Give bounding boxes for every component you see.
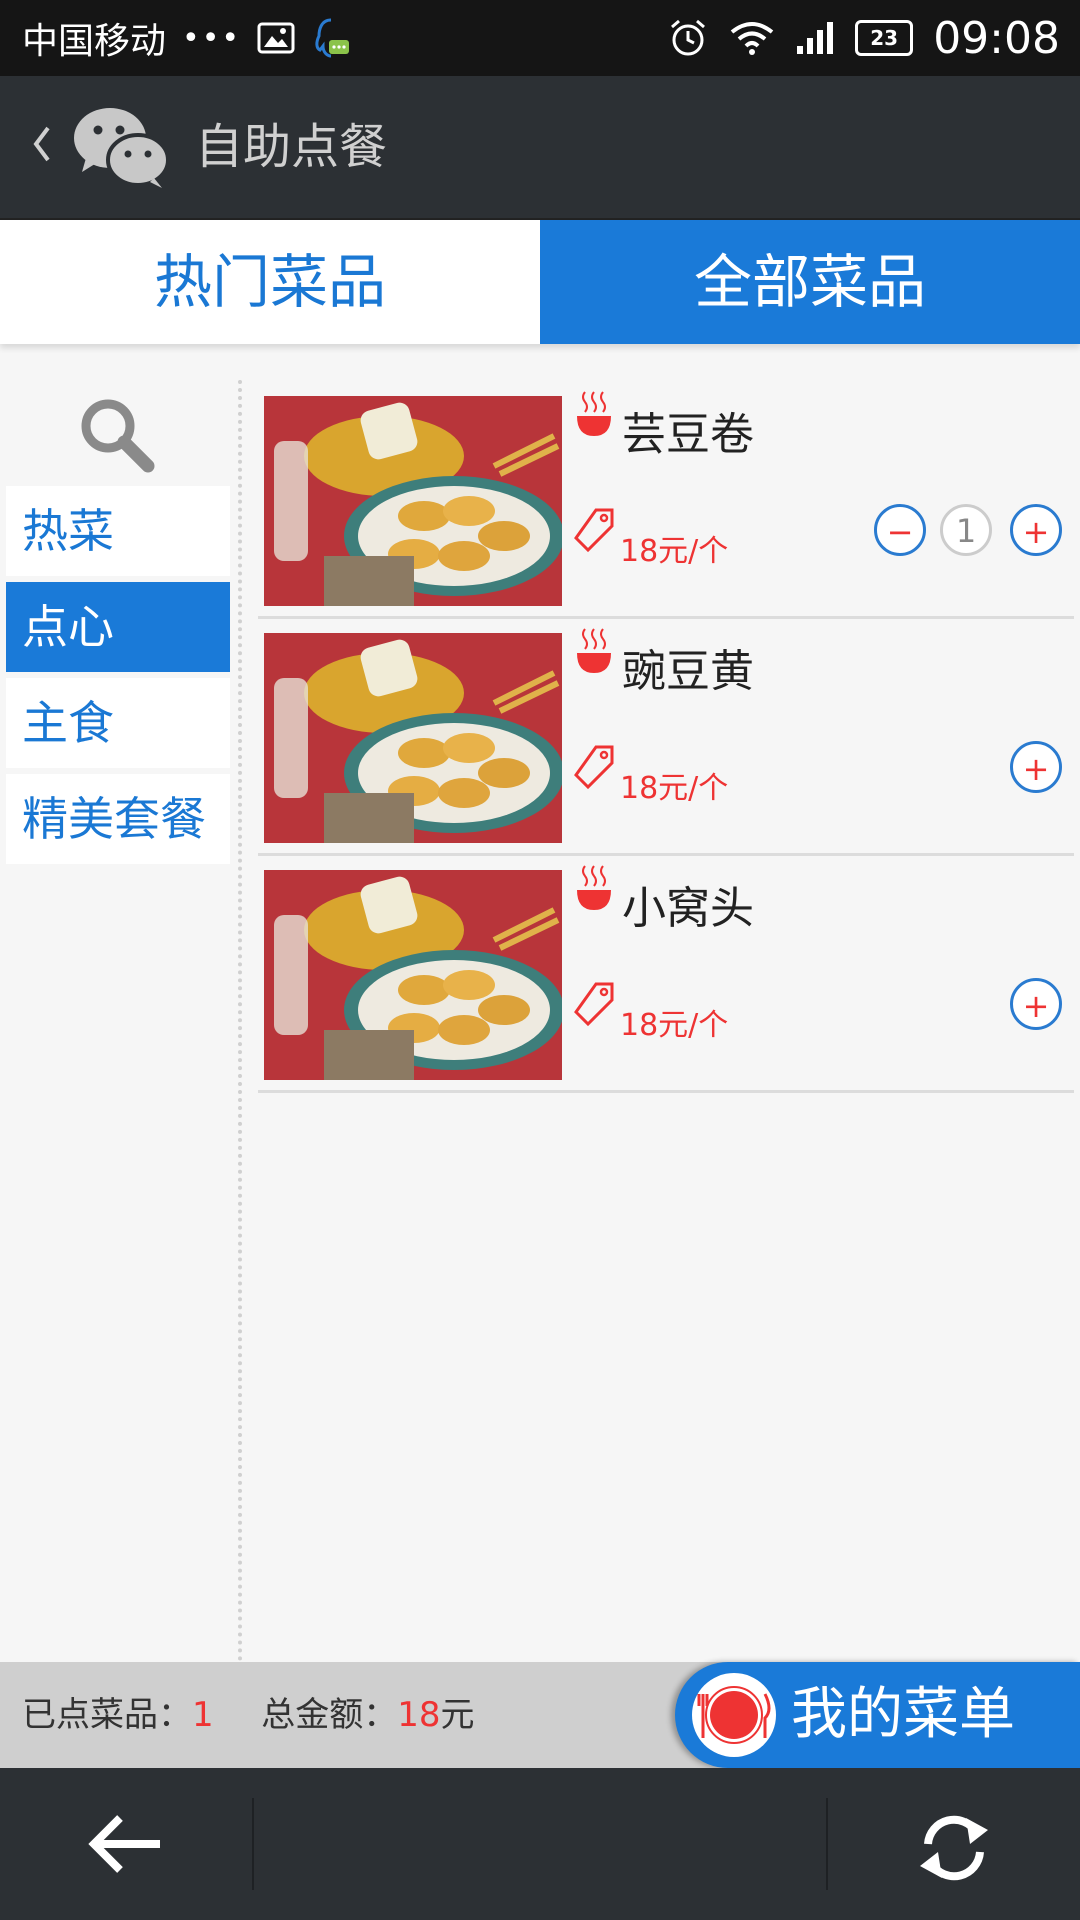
- bottom-navigation: [0, 1768, 1080, 1920]
- signal-icon: [797, 22, 834, 54]
- category-dim-sum[interactable]: 点心: [6, 582, 230, 672]
- dish-price: 18元/个: [620, 771, 729, 806]
- back-chevron-icon[interactable]: [22, 114, 62, 174]
- total-amount-label: 总金额：: [261, 1695, 398, 1735]
- wifi-icon: [730, 22, 774, 55]
- status-bar: 中国移动 ••• 23 09:08: [0, 0, 1080, 76]
- qq-message-icon: [315, 18, 350, 58]
- my-menu-label: 我的菜单: [791, 1682, 1015, 1747]
- dish-price: 18元/个: [620, 534, 729, 569]
- dish-photo[interactable]: [264, 633, 562, 843]
- sidebar-divider: [238, 380, 242, 1670]
- carrier-name: 中国移动: [22, 21, 167, 62]
- dish-name: 豌豆黄: [622, 646, 754, 697]
- hot-dish-icon: [577, 865, 611, 910]
- app-header: 自助点餐: [0, 76, 1080, 220]
- dish-item: 小窝头 18元/个 +: [258, 860, 1074, 1093]
- total-amount-value: 18: [397, 1695, 441, 1735]
- ordered-count-value: 1: [192, 1695, 214, 1735]
- hot-dish-icon: [577, 391, 611, 436]
- alarm-icon: [671, 19, 706, 56]
- ordered-count-label: 已点菜品：: [22, 1695, 192, 1735]
- gallery-icon: [257, 22, 295, 54]
- price-tag-icon: [574, 982, 614, 1027]
- increase-quantity-button[interactable]: +: [1010, 978, 1062, 1030]
- hot-dish-icon: [577, 628, 611, 673]
- my-menu-button[interactable]: 我的菜单: [675, 1662, 1080, 1768]
- plate-cutlery-icon: [692, 1673, 776, 1757]
- price-tag-icon: [574, 745, 614, 790]
- category-hot-dishes[interactable]: 热菜: [6, 486, 230, 576]
- more-dots: •••: [182, 20, 242, 56]
- order-summary-text: 已点菜品：1 总金额：18元: [22, 1662, 475, 1768]
- nav-separator: [252, 1798, 254, 1890]
- refresh-icon[interactable]: [914, 1808, 994, 1888]
- status-right: 23 09:08: [667, 0, 1060, 76]
- wechat-logo-icon: [74, 108, 170, 188]
- search-icon[interactable]: [72, 390, 162, 480]
- dish-price: 18元/个: [620, 1008, 729, 1043]
- increase-quantity-button[interactable]: +: [1010, 504, 1062, 556]
- dish-photo[interactable]: [264, 396, 562, 606]
- back-arrow-icon[interactable]: [88, 1812, 164, 1876]
- status-left: 中国移动 •••: [22, 0, 351, 76]
- total-amount-unit: 元: [440, 1695, 475, 1735]
- decrease-quantity-button[interactable]: −: [874, 504, 926, 556]
- clock-time: 09:08: [933, 12, 1060, 64]
- dish-name: 芸豆卷: [622, 409, 754, 460]
- category-set-meals[interactable]: 精美套餐: [6, 774, 230, 864]
- increase-quantity-button[interactable]: +: [1010, 741, 1062, 793]
- page-title: 自助点餐: [195, 119, 388, 175]
- price-tag-icon: [574, 508, 614, 553]
- dish-name: 小窝头: [622, 883, 754, 934]
- tab-all-dishes[interactable]: 全部菜品: [540, 220, 1080, 344]
- tab-bar: 热门菜品 全部菜品: [0, 220, 1080, 344]
- nav-separator: [826, 1798, 828, 1890]
- dish-photo[interactable]: [264, 870, 562, 1080]
- dish-item: 豌豆黄 18元/个 +: [258, 623, 1074, 856]
- battery-icon: 23: [855, 20, 914, 56]
- dish-item: 芸豆卷 18元/个 − 1 +: [258, 386, 1074, 619]
- quantity-value: 1: [940, 504, 992, 556]
- category-staple-food[interactable]: 主食: [6, 678, 230, 768]
- tab-hot-dishes[interactable]: 热门菜品: [0, 220, 540, 344]
